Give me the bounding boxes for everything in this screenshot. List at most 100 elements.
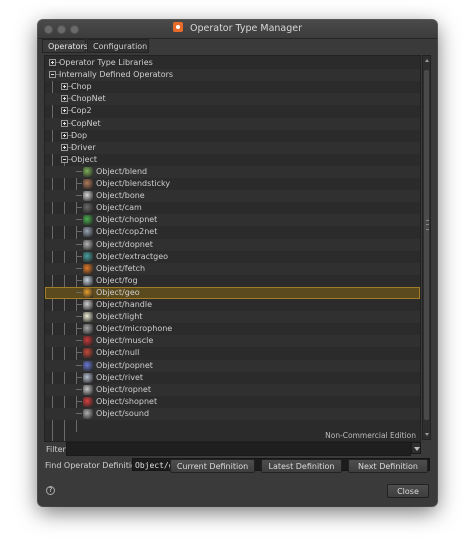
expand-plus-icon[interactable] [61, 131, 68, 139]
tree-row-label: Object/chopnet [96, 215, 158, 225]
tree-row[interactable]: Internally Defined Operators [45, 69, 420, 82]
tree-row[interactable]: Object/cam [45, 202, 420, 214]
tree-connector [76, 170, 82, 172]
shopnet-icon [83, 396, 93, 407]
tree-row[interactable]: Object/blendsticky [45, 178, 420, 190]
operator-tree[interactable]: Operator Type Libraries Internally Define… [44, 55, 421, 442]
find-operator-label: Find Operator Definition [45, 461, 142, 470]
tree-row-label: Object/geo [96, 287, 140, 297]
tree-connector [76, 219, 82, 221]
tree-row[interactable]: Object/ropnet [45, 383, 420, 396]
tree-row[interactable]: Object/handle [45, 299, 420, 311]
null-icon [83, 348, 93, 359]
tab-configuration[interactable]: Configuration [87, 39, 149, 53]
tree-row[interactable]: Object/fetch [45, 262, 420, 275]
tree-row[interactable]: Object/blend [45, 165, 420, 178]
fetch-icon [83, 263, 93, 274]
tree-row-label: ChopNet [71, 94, 106, 104]
tree-row-label: Object/handle [96, 300, 153, 309]
tree-connector [76, 231, 82, 233]
expand-plus-icon[interactable] [61, 83, 68, 91]
current-definition-button[interactable]: Current Definition [170, 459, 255, 473]
tree-row[interactable]: ChopNet [45, 93, 420, 106]
expand-plus-icon[interactable] [61, 95, 68, 103]
tree-row[interactable]: Object/dopnet [45, 238, 420, 251]
tree-connector [76, 291, 82, 293]
scroll-down-arrow-icon[interactable] [425, 433, 429, 436]
filter-input[interactable] [66, 442, 411, 456]
tree-row[interactable]: Object/geo [45, 286, 420, 299]
rivet-icon [83, 372, 93, 383]
tree-row[interactable]: Object/null [45, 347, 420, 359]
tree-row[interactable]: Operator Type Libraries [45, 57, 420, 69]
fog-icon [83, 275, 93, 286]
tree-connector [76, 364, 82, 366]
expand-plus-icon[interactable] [49, 59, 56, 66]
bone-icon [83, 191, 93, 202]
tree-row[interactable]: Object/muscle [45, 335, 420, 348]
tree-row-label: Object/popnet [96, 360, 153, 370]
grip-icon [426, 220, 429, 230]
tree-row[interactable]: Object/chopnet [45, 214, 420, 227]
tree-row-label: Internally Defined Operators [59, 70, 174, 80]
tree-row[interactable]: Object/sound [45, 407, 420, 420]
collapse-minus-icon[interactable] [49, 71, 56, 79]
tree-row-label: Dop [71, 130, 88, 140]
houdini-app-icon [172, 22, 183, 32]
tree-row[interactable]: Object [45, 154, 420, 166]
operator-type-manager-window: Operator Type Manager Operators Configur… [38, 20, 437, 506]
close-button[interactable]: Close [387, 484, 429, 498]
tree-row[interactable]: Object/microphone [45, 323, 420, 335]
camera-icon [83, 203, 93, 214]
tree-row[interactable]: Object/light [45, 311, 420, 324]
tree-row-label: Object/fetch [96, 263, 146, 273]
handle-icon [83, 300, 93, 310]
light-icon [83, 312, 93, 323]
tree-connector [76, 412, 82, 414]
collapse-minus-icon[interactable] [61, 155, 68, 163]
tree-row[interactable]: Cop2 [45, 105, 420, 117]
tree-row-label: Object/extractgeo [96, 251, 169, 261]
tree-connector [76, 352, 82, 354]
tree-row[interactable]: Object/fog [45, 275, 420, 287]
tree-row-label: Driver [71, 142, 96, 152]
tree-row-label: Object/blendsticky [96, 179, 171, 188]
latest-definition-button[interactable]: Latest Definition [261, 459, 342, 473]
expand-plus-icon[interactable] [61, 119, 68, 127]
tree-connector [76, 279, 82, 281]
filter-label: Filter [46, 445, 66, 454]
help-icon[interactable]: ? [46, 486, 55, 495]
tree-row[interactable]: Object/popnet [45, 359, 420, 372]
tree-row[interactable]: Chop [45, 81, 420, 93]
tree-connector [76, 183, 82, 184]
tree-row[interactable]: Object/rivet [45, 372, 420, 384]
tree-row[interactable]: Object/shopnet [45, 396, 420, 408]
tree-row[interactable]: CopNet [45, 117, 420, 130]
dopnet-icon [83, 239, 93, 250]
expand-plus-icon[interactable] [61, 107, 68, 115]
expand-plus-icon[interactable] [61, 143, 68, 151]
tree-row[interactable]: Object/cop2net [45, 226, 420, 238]
tree-row-label: Object/fog [96, 275, 138, 285]
scroll-up-arrow-icon[interactable] [425, 59, 429, 62]
non-commercial-watermark: Non-Commercial Edition [325, 431, 416, 440]
tree-vertical-scrollbar[interactable] [422, 55, 431, 440]
tree-row-label: Object/light [96, 312, 143, 322]
tree-row[interactable]: Driver [45, 141, 420, 154]
tree-row-label: Object/cop2net [96, 227, 158, 237]
chopnet-icon [83, 215, 93, 226]
tab-operators[interactable]: Operators [42, 39, 88, 53]
title-bar[interactable]: Operator Type Manager [38, 20, 437, 39]
tree-connector [76, 376, 82, 378]
tree-row-label: Object/muscle [96, 336, 154, 346]
blendsticky-icon [83, 179, 93, 189]
tree-row[interactable]: Dop [45, 130, 420, 142]
tree-row[interactable]: Object/bone [45, 190, 420, 203]
tree-row[interactable]: Object/extractgeo [45, 251, 420, 263]
next-definition-button[interactable]: Next Definition [348, 459, 428, 473]
tree-row-label: Object/blend [96, 166, 148, 176]
scrollbar-thumb[interactable] [424, 70, 429, 420]
filter-dropdown-icon[interactable] [411, 442, 421, 454]
tree-connector [76, 340, 82, 342]
tree-connector [76, 304, 82, 305]
